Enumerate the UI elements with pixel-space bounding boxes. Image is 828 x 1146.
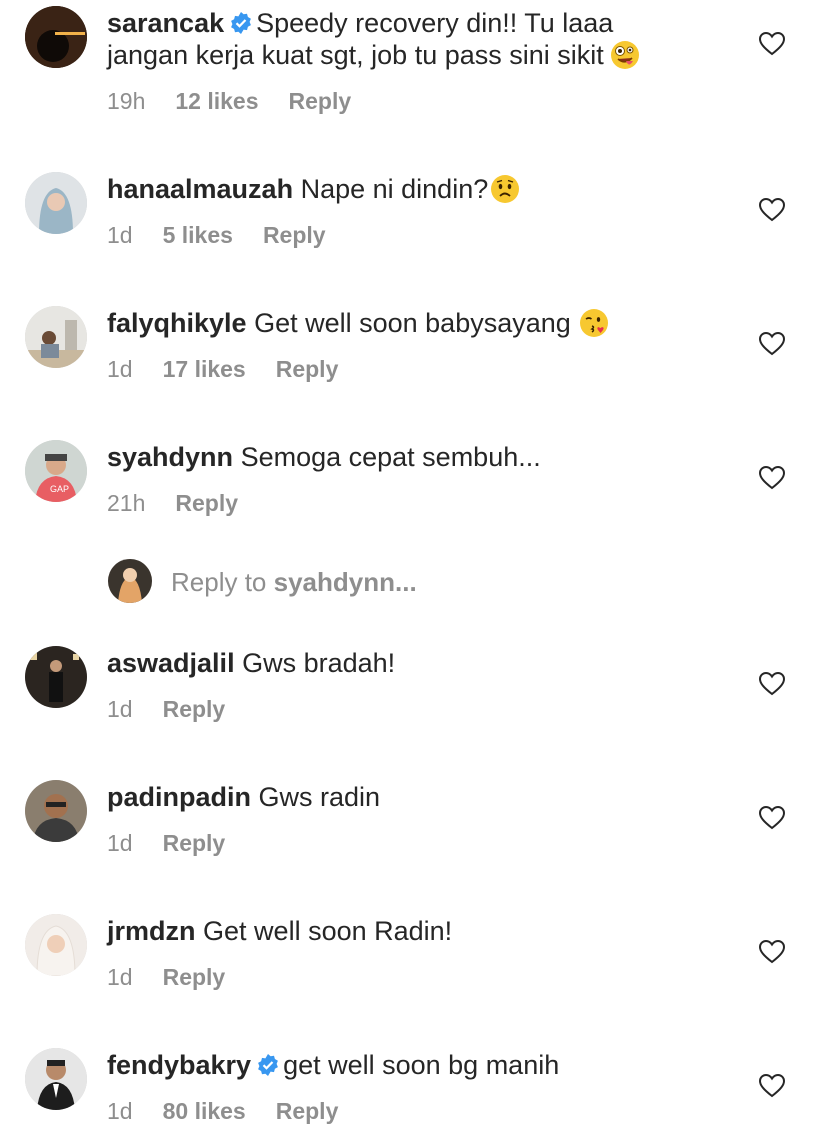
heart-icon[interactable] bbox=[759, 672, 785, 696]
comment-username[interactable]: aswadjalil bbox=[107, 648, 235, 678]
comment-body: Speedy recovery din!! Tu laaa bbox=[256, 8, 614, 38]
comment-username[interactable]: falyqhikyle bbox=[107, 308, 247, 338]
comment-body-continued: jangan kerja kuat sgt, job tu pass sini … bbox=[107, 40, 604, 70]
comment-meta: 1d 17 likes Reply bbox=[107, 356, 368, 383]
comment-meta: 1d Reply bbox=[107, 696, 255, 723]
comment-likes[interactable]: 5 likes bbox=[163, 222, 233, 248]
comment-meta: 1d 80 likes Reply bbox=[107, 1098, 368, 1125]
current-user-avatar bbox=[108, 559, 152, 603]
comment-time: 1d bbox=[107, 222, 133, 248]
comment-text: jrmdzn Get well soon Radin! bbox=[107, 915, 727, 947]
avatar[interactable] bbox=[25, 6, 87, 68]
svg-text:GAP: GAP bbox=[50, 484, 69, 494]
kissing-heart-face-icon bbox=[579, 309, 608, 337]
heart-icon[interactable] bbox=[759, 198, 785, 222]
comment-time: 1d bbox=[107, 356, 133, 382]
heart-icon[interactable] bbox=[759, 32, 785, 56]
comment-text: padinpadin Gws radin bbox=[107, 781, 727, 813]
comment-time: 1d bbox=[107, 830, 133, 856]
reply-input-placeholder[interactable]: Reply to syahdynn... bbox=[171, 567, 417, 598]
comment-time: 1d bbox=[107, 1098, 133, 1124]
comment-username[interactable]: jrmdzn bbox=[107, 916, 196, 946]
avatar[interactable] bbox=[25, 914, 87, 976]
heart-icon[interactable] bbox=[759, 466, 785, 490]
reply-button[interactable]: Reply bbox=[276, 356, 339, 382]
heart-icon[interactable] bbox=[759, 332, 785, 356]
comment-meta: 1d 5 likes Reply bbox=[107, 222, 356, 249]
comment-likes[interactable]: 12 likes bbox=[175, 88, 258, 114]
comment-username[interactable]: sarancak bbox=[107, 8, 224, 38]
comment-meta: 21h Reply bbox=[107, 490, 268, 517]
reply-button[interactable]: Reply bbox=[175, 490, 238, 516]
worried-face-icon bbox=[491, 175, 520, 203]
comment-body: Get well soon babysayang bbox=[254, 308, 571, 338]
comment-likes[interactable]: 80 likes bbox=[163, 1098, 246, 1124]
reply-button[interactable]: Reply bbox=[163, 964, 226, 990]
avatar[interactable] bbox=[25, 646, 87, 708]
reply-target: syahdynn... bbox=[273, 567, 417, 597]
verified-badge-icon bbox=[231, 12, 252, 34]
reply-button[interactable]: Reply bbox=[276, 1098, 339, 1124]
comment-meta: 19h 12 likes Reply bbox=[107, 88, 381, 115]
heart-icon[interactable] bbox=[759, 1074, 785, 1098]
verified-badge-icon bbox=[258, 1054, 278, 1076]
comment-time: 19h bbox=[107, 88, 146, 114]
comment-time: 21h bbox=[107, 490, 146, 516]
comment-text: hanaalmauzah Nape ni dindin? bbox=[107, 173, 727, 205]
reply-button[interactable]: Reply bbox=[163, 696, 226, 722]
reply-button[interactable]: Reply bbox=[289, 88, 352, 114]
comment-text: aswadjalil Gws bradah! bbox=[107, 647, 727, 679]
comment-time: 1d bbox=[107, 964, 133, 990]
zany-face-icon bbox=[610, 41, 639, 69]
comment-body: get well soon bg manih bbox=[283, 1050, 560, 1080]
heart-icon[interactable] bbox=[759, 806, 785, 830]
comment-username[interactable]: hanaalmauzah bbox=[107, 174, 293, 204]
comment-username[interactable]: syahdynn bbox=[107, 442, 233, 472]
comment-username[interactable]: fendybakry bbox=[107, 1050, 251, 1080]
comment-body: Semoga cepat sembuh... bbox=[240, 442, 541, 472]
comment-text: falyqhikyle Get well soon babysayang bbox=[107, 307, 727, 339]
reply-prefix: Reply to bbox=[171, 567, 267, 597]
comment-text: sarancak Speedy recovery din!! Tu laaa ja… bbox=[107, 7, 727, 71]
comment-username[interactable]: padinpadin bbox=[107, 782, 251, 812]
comment-body: Nape ni dindin? bbox=[300, 174, 489, 204]
avatar[interactable] bbox=[25, 780, 87, 842]
reply-button[interactable]: Reply bbox=[263, 222, 326, 248]
comment-meta: 1d Reply bbox=[107, 964, 255, 991]
avatar[interactable] bbox=[25, 172, 87, 234]
comment-text: syahdynn Semoga cepat sembuh... bbox=[107, 441, 727, 473]
avatar[interactable] bbox=[25, 306, 87, 368]
avatar[interactable]: GAP bbox=[25, 440, 87, 502]
comment-likes[interactable]: 17 likes bbox=[163, 356, 246, 382]
comment-body: Get well soon Radin! bbox=[203, 916, 453, 946]
reply-button[interactable]: Reply bbox=[163, 830, 226, 856]
comment-body: Gws radin bbox=[258, 782, 381, 812]
comment-text: fendybakry get well soon bg manih bbox=[107, 1049, 727, 1081]
heart-icon[interactable] bbox=[759, 940, 785, 964]
comment-time: 1d bbox=[107, 696, 133, 722]
comment-body: Gws bradah! bbox=[242, 648, 396, 678]
avatar[interactable] bbox=[25, 1048, 87, 1110]
comment-meta: 1d Reply bbox=[107, 830, 255, 857]
